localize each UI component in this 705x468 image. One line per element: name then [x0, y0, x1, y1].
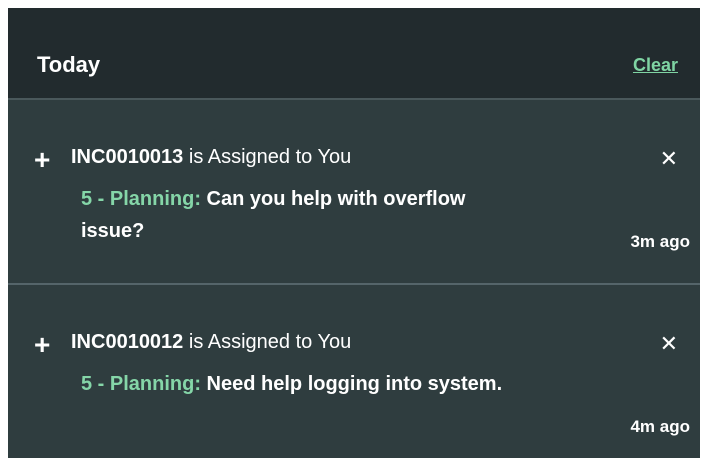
message-text: Need help logging into system.: [201, 373, 503, 395]
notification-time: 4m ago: [630, 417, 690, 436]
notification-message: 5 - Planning: Can you help with overflow…: [81, 183, 511, 247]
notification-item: + INC0010012 is Assigned to You ✕ 5 - Pl…: [8, 283, 700, 468]
notification-category: 5 - Planning:: [81, 373, 201, 395]
panel-header: Today Clear: [8, 8, 700, 98]
title-suffix: is Assigned to You: [183, 331, 352, 353]
incident-number[interactable]: INC0010012: [71, 331, 183, 353]
notification-title: INC0010012 is Assigned to You: [71, 328, 351, 356]
panel-title: Today: [37, 52, 101, 77]
notification-message: 5 - Planning: Need help logging into sys…: [81, 368, 511, 400]
close-icon[interactable]: ✕: [660, 148, 678, 170]
close-icon[interactable]: ✕: [660, 333, 678, 355]
notification-list: + INC0010013 is Assigned to You ✕ 5 - Pl…: [8, 98, 700, 458]
notification-category: 5 - Planning:: [81, 188, 201, 210]
plus-icon[interactable]: +: [34, 146, 50, 174]
clear-link[interactable]: Clear: [633, 55, 678, 76]
notification-title: INC0010013 is Assigned to You: [71, 143, 351, 171]
title-suffix: is Assigned to You: [183, 146, 352, 168]
notification-item: + INC0010013 is Assigned to You ✕ 5 - Pl…: [8, 98, 700, 283]
notification-panel: Today Clear + INC0010013 is Assigned to …: [8, 8, 700, 458]
incident-number[interactable]: INC0010013: [71, 146, 183, 168]
plus-icon[interactable]: +: [34, 331, 50, 359]
notification-time: 3m ago: [630, 232, 690, 251]
